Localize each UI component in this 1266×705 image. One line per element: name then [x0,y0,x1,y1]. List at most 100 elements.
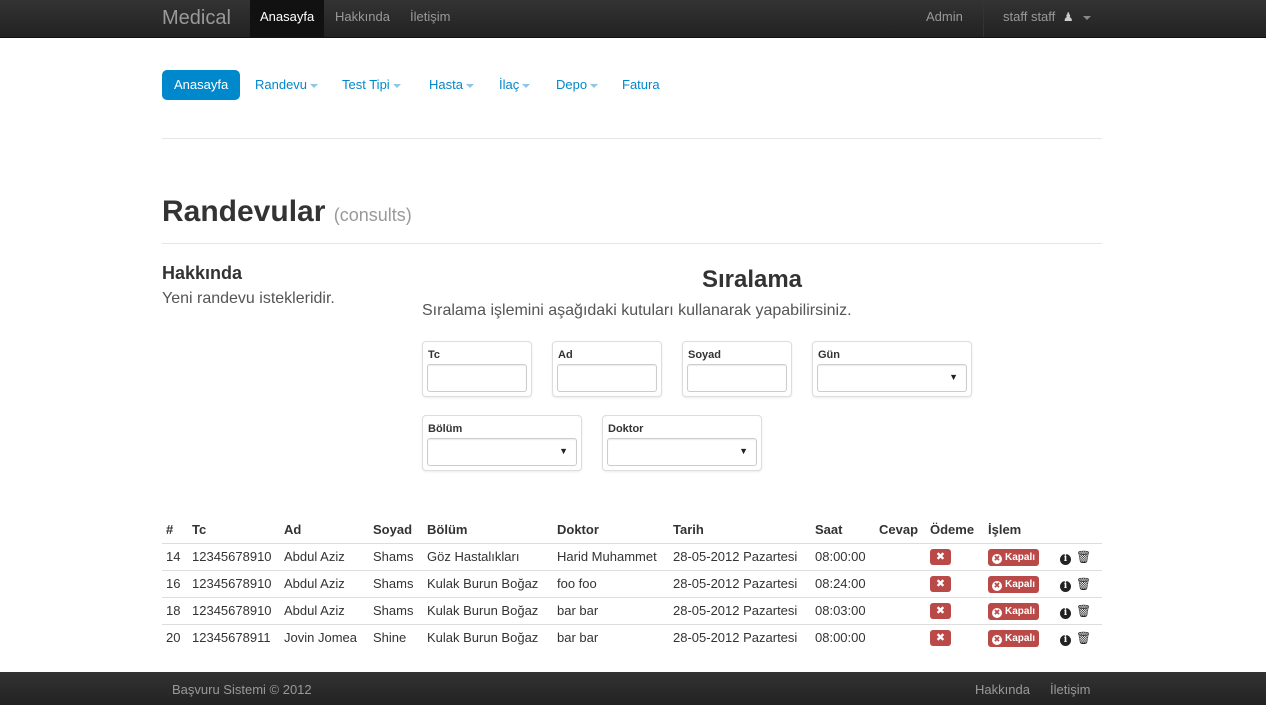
footer-link-contact[interactable]: İletişim [1050,682,1090,697]
pill-depo[interactable]: Depo [556,70,599,100]
filter-tc-label: Tc [428,349,441,361]
divider [162,243,1102,244]
cell-soyad: Shine [369,623,423,651]
about-heading: Hakkında [162,263,243,283]
status-label: Kapalı [1005,551,1036,563]
pill-test-tipi[interactable]: Test Tipi [342,70,401,100]
trash-icon[interactable]: 🗑 [1076,604,1091,618]
col-bolum: Bölüm [423,516,553,544]
nav-contact[interactable]: İletişim [410,0,450,37]
trash-icon[interactable]: 🗑 [1076,631,1091,645]
nav-home[interactable]: Anasayfa [250,0,325,37]
pill-label: Hasta [429,77,463,92]
filter-tc: Tc [422,341,532,397]
close-circle-icon: ✖ [992,580,1002,591]
status-closed-button[interactable]: ✖ Kapalı [988,548,1040,566]
trash-icon[interactable]: 🗑 [1076,577,1091,591]
cell-doktor: Harid Muhammet [553,542,669,570]
filter-soyad-label: Soyad [688,349,722,361]
nav-about[interactable]: Hakkında [335,0,390,37]
consults-table: # Tc Ad Soyad Bölüm Doktor Tarih Saat Ce… [162,516,1102,651]
cell-tarih: 28-05-2012 Pazartesi [669,569,811,597]
cell-soyad: Shams [369,569,423,597]
pill-hasta[interactable]: Hasta [429,70,474,100]
info-icon[interactable]: i [1060,577,1071,592]
cell-tarih: 28-05-2012 Pazartesi [669,542,811,570]
nav-admin[interactable]: Admin [926,0,963,37]
filter-soyad: Soyad [682,341,792,397]
cell-tc: 12345678910 [188,569,280,597]
cell-odeme: ✖ [926,569,984,597]
status-closed-button[interactable]: ✖ Kapalı [988,602,1040,620]
status-label: Kapalı [1005,578,1036,590]
col-actions [1056,516,1102,544]
filter-doktor-label: Doktor [608,423,644,435]
payment-x-button[interactable]: ✖ [930,549,951,565]
status-closed-button[interactable]: ✖ Kapalı [988,629,1040,647]
cell-ad: Abdul Aziz [280,542,369,570]
doktor-select[interactable] [607,438,757,466]
col-ad: Ad [280,516,369,544]
status-closed-button[interactable]: ✖ Kapalı [988,575,1040,593]
info-icon[interactable]: i [1060,550,1071,565]
table-row: 14 12345678910 Abdul Aziz Shams Göz Hast… [162,542,1102,570]
brand-logo[interactable]: Medical [162,7,231,30]
cell-saat: 08:03:00 [811,596,875,624]
cell-actions: i 🗑 [1056,596,1102,624]
cell-id: 16 [162,569,188,597]
cell-doktor: bar bar [553,623,669,651]
col-doktor: Doktor [553,516,669,544]
col-tarih: Tarih [669,516,811,544]
user-name: staff staff [1003,9,1056,24]
col-soyad: Soyad [369,516,423,544]
col-islem: İşlem [984,516,1056,544]
chevron-down-icon [310,83,319,88]
info-icon[interactable]: i [1060,604,1071,619]
cell-tarih: 28-05-2012 Pazartesi [669,623,811,651]
pill-fatura[interactable]: Fatura [622,70,660,100]
cell-islem: ✖ Kapalı [984,569,1056,597]
status-label: Kapalı [1005,632,1036,644]
cell-odeme: ✖ [926,542,984,570]
table-row: 18 12345678910 Abdul Aziz Shams Kulak Bu… [162,596,1102,624]
close-circle-icon: ✖ [992,607,1002,618]
filter-gun: Gün [812,341,972,397]
payment-x-button[interactable]: ✖ [930,603,951,619]
pill-ilac[interactable]: İlaç [499,70,531,100]
chevron-down-icon [590,83,599,88]
pill-randevu[interactable]: Randevu [255,70,319,100]
pill-label: Depo [556,77,588,92]
payment-x-button[interactable]: ✖ [930,630,951,647]
col-saat: Saat [811,516,875,544]
cell-cevap [875,623,926,651]
cell-soyad: Shams [369,596,423,624]
info-icon[interactable]: i [1060,631,1071,646]
pill-label: İlaç [499,77,520,92]
tc-input[interactable] [427,364,527,392]
trash-icon[interactable]: 🗑 [1076,550,1091,564]
user-menu[interactable]: staff staff ♟ [1003,0,1092,37]
cell-ad: Abdul Aziz [280,596,369,624]
cell-id: 18 [162,596,188,624]
bolum-select[interactable] [427,438,577,466]
pill-home[interactable]: Anasayfa [162,70,241,100]
navbar-divider [983,0,984,37]
cell-saat: 08:00:00 [811,623,875,651]
cell-tc: 12345678910 [188,542,280,570]
footer: Başvuru Sistemi © 2012 Hakkında İletişim [0,672,1266,705]
top-navbar: Medical Anasayfa Hakkında İletişim Admin… [0,0,1266,38]
footer-link-about[interactable]: Hakkında [975,682,1030,697]
cell-actions: i 🗑 [1056,542,1102,570]
cell-cevap [875,542,926,570]
soyad-input[interactable] [687,364,787,392]
col-cevap: Cevap [875,516,926,544]
sort-heading: Sıralama [701,266,803,293]
chevron-down-icon [465,83,474,88]
cell-bolum: Kulak Burun Boğaz [423,596,553,624]
footer-copyright: Başvuru Sistemi © 2012 [172,682,312,697]
ad-input[interactable] [557,364,657,392]
cell-id: 14 [162,542,188,570]
gun-select[interactable] [817,364,967,392]
payment-x-button[interactable]: ✖ [930,576,951,592]
cell-islem: ✖ Kapalı [984,596,1056,624]
